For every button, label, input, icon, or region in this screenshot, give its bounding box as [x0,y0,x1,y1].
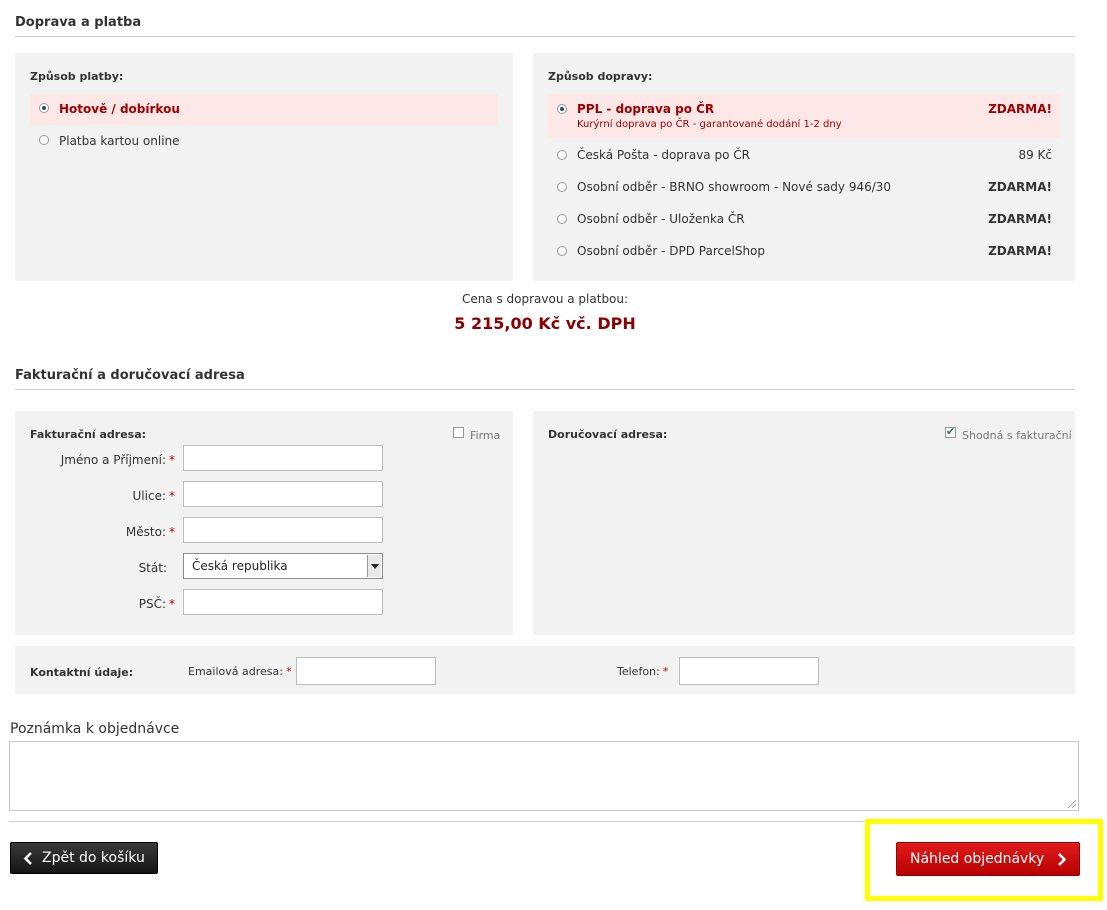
shipping-option-price: ZDARMA! [988,180,1052,194]
shipping-option-label: Osobní odběr - Uloženka ČR [577,212,745,226]
shipping-heading: Způsob dopravy: [548,70,653,83]
street-label-text: Ulice: [132,489,166,503]
shipping-option-price: ZDARMA! [988,244,1052,258]
checkmark-icon: ✔ [946,425,956,438]
email-label-text: Emailová adresa: [188,665,283,678]
phone-label-text: Telefon: [617,665,660,678]
note-title: Poznámka k objednávce [10,721,180,737]
back-to-cart-label: Zpět do košíku [42,850,145,866]
email-input[interactable] [296,657,436,685]
required-mark: * [285,665,292,678]
shipping-option-brno-showroom[interactable]: Osobní odběr - BRNO showroom - Nové sady… [548,177,1060,201]
shipping-option-ulozenka[interactable]: Osobní odběr - Uloženka ČR ZDARMA! [548,209,1060,233]
phone-input[interactable] [679,657,819,685]
payment-panel: Způsob platby: Hotově / dobírkou Platba … [15,53,513,281]
city-label-text: Město: [125,525,166,539]
chevron-left-icon [23,852,32,865]
shipping-panel: Způsob dopravy: PPL - doprava po ČR Kurý… [533,53,1075,281]
back-to-cart-button[interactable]: Zpět do košíku [10,842,158,874]
resize-grip-icon[interactable] [1068,800,1076,808]
email-label: Emailová adresa: * [188,665,291,678]
country-label: Stát: [138,561,167,575]
name-label-text: Jméno a Příjmení: [60,453,166,467]
shipping-option-dpd[interactable]: Osobní odběr - DPD ParcelShop ZDARMA! [548,241,1060,265]
required-mark: * [169,453,175,467]
name-input[interactable] [183,445,383,471]
required-mark: * [662,665,669,678]
chevron-down-icon[interactable] [367,555,381,577]
radio-icon[interactable] [39,135,49,145]
zip-label-text: PSČ: [138,597,166,611]
payment-option-label: Hotově / dobírkou [59,102,180,116]
country-select[interactable]: Česká republika [183,553,383,579]
radio-icon[interactable] [557,246,567,256]
company-label: Firma [470,429,501,442]
city-label: Město: * [126,525,175,539]
shipping-option-label: Česká Pošta - doprava po ČR [577,148,750,162]
shipping-option-ppl[interactable]: PPL - doprava po ČR Kurýrní doprava po Č… [548,94,1060,138]
shipping-option-description: Kurýrní doprava po ČR - garantované dodá… [577,119,842,130]
name-label: Jméno a Příjmení: * [61,453,175,467]
shipping-option-label: PPL - doprava po ČR [577,102,715,116]
zip-label: PSČ: * [139,597,175,611]
city-input[interactable] [183,517,383,543]
section-title-address: Fakturační a doručovací adresa [15,368,1075,390]
contact-panel: Kontaktní údaje: Emailová adresa: * Telef… [15,646,1075,694]
billing-panel: Fakturační adresa: Firma Jméno a Příjmen… [15,411,513,635]
payment-option-cod[interactable]: Hotově / dobírkou [30,94,498,125]
zip-input[interactable] [183,589,383,615]
payment-option-card[interactable]: Platba kartou online [30,129,498,153]
street-input[interactable] [183,481,383,507]
highlight-box [865,819,1103,901]
street-label: Ulice: * [133,489,175,503]
required-mark: * [169,525,175,539]
same-as-billing-label: Shodná s fakturační [962,429,1072,442]
shipping-option-label: Osobní odběr - DPD ParcelShop [577,244,766,258]
company-checkbox[interactable] [453,427,464,438]
radio-icon[interactable] [557,214,567,224]
required-mark: * [169,489,175,503]
billing-heading: Fakturační adresa: [30,428,147,441]
shipping-option-price: ZDARMA! [988,102,1052,116]
radio-checked-icon[interactable] [39,103,49,113]
phone-label: Telefon: * [617,665,668,678]
radio-checked-icon[interactable] [557,104,567,114]
shipping-option-price: 89 Kč [1018,148,1052,162]
delivery-heading: Doručovací adresa: [548,428,668,441]
radio-icon[interactable] [557,150,567,160]
shipping-option-ceska-posta[interactable]: Česká Pošta - doprava po ČR 89 Kč [548,145,1060,169]
radio-icon[interactable] [557,182,567,192]
required-mark: * [169,597,175,611]
contact-heading: Kontaktní údaje: [30,666,134,679]
note-textarea[interactable] [9,741,1079,811]
section-title-shipping-payment: Doprava a platba [15,15,1075,37]
total-label: Cena s dopravou a platbou: [461,292,629,306]
payment-option-label: Platba kartou online [59,134,180,148]
delivery-panel: Doručovací adresa: ✔ Shodná s fakturační [533,411,1075,635]
payment-heading: Způsob platby: [30,70,124,83]
total-price: 5 215,00 Kč vč. DPH [454,314,636,333]
shipping-option-label: Osobní odběr - BRNO showroom - Nové sady… [577,180,892,194]
country-select-value: Česká republika [192,559,288,573]
shipping-option-price: ZDARMA! [988,212,1052,226]
same-as-billing-checkbox[interactable]: ✔ [945,425,956,438]
